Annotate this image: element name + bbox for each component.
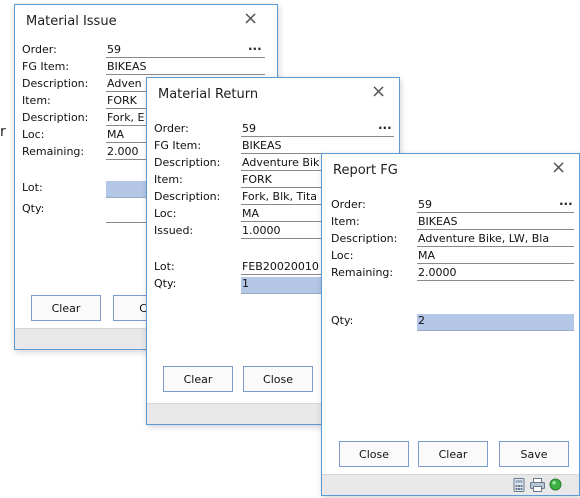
field-label: Description:: [331, 232, 398, 245]
field-label: Description:: [154, 190, 221, 203]
field-label: Remaining:: [22, 145, 85, 158]
field-label: FG Item:: [22, 60, 70, 73]
close-button[interactable]: Close: [243, 366, 313, 392]
field-row-remaining: Remaining: 2.0000: [331, 266, 574, 282]
order-field[interactable]: 59: [241, 122, 394, 137]
field-label: Item:: [22, 94, 51, 107]
field-label: Item:: [331, 215, 360, 228]
fg-item-field: BIKEAS: [241, 139, 394, 154]
field-label: Item:: [154, 173, 183, 186]
stray-text: r: [0, 124, 6, 140]
item-field: BIKEAS: [417, 215, 574, 230]
field-row-order: Order: 59 ...: [331, 194, 574, 214]
status-green-icon: [549, 478, 562, 491]
status-bar: [322, 474, 579, 495]
field-label: Order:: [331, 198, 366, 211]
order-lookup-button[interactable]: ...: [378, 118, 392, 132]
field-row-description: Description: Adventure Bike, LW, Bla: [331, 232, 574, 248]
description-field: Adventure Bike, LW, Bla: [417, 232, 574, 247]
fg-item-field: BIKEAS: [106, 60, 265, 75]
field-label: Qty:: [331, 314, 354, 327]
field-row-item: Item: BIKEAS: [331, 215, 574, 231]
loc-field: MA: [417, 249, 574, 264]
field-row-order: Order: 59 ...: [154, 118, 394, 138]
dialog-title: Material Return: [158, 87, 259, 102]
field-label: FG Item:: [154, 139, 202, 152]
field-row-fg-item: FG Item: BIKEAS: [22, 60, 270, 76]
field-row-qty: Qty: 2: [331, 314, 574, 331]
close-button[interactable]: Close: [339, 441, 409, 467]
close-icon[interactable]: ×: [371, 83, 386, 101]
screen: r Material Issue × Order: 59 ... FG Item…: [0, 0, 580, 498]
clear-button[interactable]: Clear: [418, 441, 488, 467]
order-lookup-button[interactable]: ...: [248, 39, 262, 53]
field-label: Qty:: [154, 277, 177, 290]
close-icon[interactable]: ×: [551, 159, 566, 177]
remaining-field: 2.0000: [417, 266, 574, 281]
field-label: Description:: [22, 77, 89, 90]
field-row-loc: Loc: MA: [331, 249, 574, 265]
clear-button[interactable]: Clear: [163, 366, 233, 392]
dialog-title: Report FG: [333, 163, 398, 178]
field-label: Description:: [22, 111, 89, 124]
material-issue-titlebar[interactable]: Material Issue ×: [15, 5, 277, 38]
dialog-title: Material Issue: [26, 14, 117, 29]
field-label: Qty:: [22, 202, 45, 215]
field-label: Loc:: [154, 207, 177, 220]
calculator-icon[interactable]: [513, 478, 525, 492]
report-fg-titlebar[interactable]: Report FG ×: [322, 154, 579, 187]
order-field[interactable]: 59: [106, 43, 265, 58]
field-label: Description:: [154, 156, 221, 169]
field-label: Lot:: [22, 181, 43, 194]
field-label: Loc:: [22, 128, 45, 141]
report-fg-body: Order: 59 ... Item: BIKEAS Description: …: [322, 187, 579, 472]
field-label: Issued:: [154, 224, 194, 237]
field-label: Lot:: [154, 260, 175, 273]
order-lookup-button[interactable]: ...: [559, 194, 573, 208]
field-label: Remaining:: [331, 266, 394, 279]
material-return-titlebar[interactable]: Material Return ×: [147, 78, 399, 111]
save-button[interactable]: Save: [499, 441, 569, 467]
order-field[interactable]: 59: [417, 198, 574, 213]
report-fg-dialog: Report FG × Order: 59 ... Item: BIKEAS D…: [321, 153, 580, 496]
printer-icon[interactable]: [530, 478, 545, 492]
field-label: Order:: [22, 43, 57, 56]
clear-button[interactable]: Clear: [31, 295, 101, 321]
qty-input[interactable]: 2: [417, 314, 574, 331]
field-label: Loc:: [331, 249, 354, 262]
field-row-order: Order: 59 ...: [22, 39, 270, 59]
field-label: Order:: [154, 122, 189, 135]
close-icon[interactable]: ×: [243, 10, 258, 28]
